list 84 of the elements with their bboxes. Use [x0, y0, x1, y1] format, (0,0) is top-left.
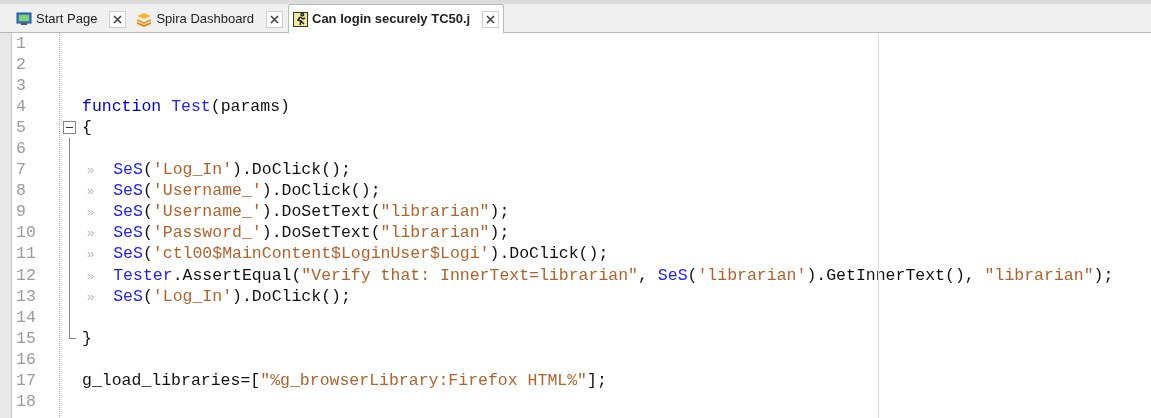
- line-number: 12: [16, 265, 36, 285]
- line-number: 10: [16, 223, 36, 243]
- code-identifier: SeS: [113, 181, 143, 201]
- code-string: "Verify that: InnerText=librarian": [301, 265, 638, 285]
- tab-label: Can login securely TC50.j: [312, 10, 471, 29]
- code-text: g_load_libraries=[: [82, 370, 261, 390]
- code-string: "librarian": [380, 202, 490, 222]
- line-number: 11: [16, 244, 36, 264]
- code-text: (: [142, 181, 153, 201]
- code-text: (: [687, 265, 698, 285]
- line-number: 5: [16, 118, 26, 138]
- line-number: 1: [16, 34, 26, 53]
- code-string: 'Log_In': [152, 160, 233, 180]
- line-number: 17: [16, 370, 36, 390]
- code-identifier: SeS: [113, 286, 143, 306]
- code-text: );: [489, 223, 510, 243]
- code-text: ,: [638, 265, 649, 285]
- close-icon[interactable]: [266, 10, 283, 28]
- tab-marker: »: [85, 183, 96, 202]
- code-string: 'ctl00$MainContent$LoginUser$Logi': [152, 244, 490, 264]
- line-number: 14: [16, 307, 36, 327]
- line-number: 9: [16, 202, 26, 222]
- code-identifier: SeS: [657, 265, 688, 285]
- line-number: 13: [16, 286, 36, 306]
- line-number: 2: [16, 55, 26, 75]
- tab-label: Spira Dashboard: [156, 10, 254, 29]
- code-text: ).DoClick();: [232, 286, 351, 306]
- tab-marker: »: [85, 162, 96, 181]
- code-text: }: [82, 328, 92, 348]
- code-text: (: [142, 160, 153, 180]
- code-identifier: SeS: [113, 223, 143, 243]
- code-identifier: SeS: [113, 160, 143, 180]
- code-text: (: [142, 223, 153, 243]
- running-figure-icon: [293, 11, 308, 27]
- line-number: 16: [16, 349, 36, 369]
- code-string: "librarian": [984, 265, 1094, 285]
- code-string: 'librarian': [697, 265, 807, 285]
- code-string: 'Username_': [152, 202, 262, 222]
- code-text: ).DoClick();: [232, 160, 351, 180]
- line-number: 3: [16, 76, 26, 96]
- code-text: ).DoSetText(: [261, 223, 381, 243]
- code-text: ).DoClick();: [261, 181, 381, 201]
- code-text: ];: [587, 370, 607, 390]
- code-string: "%g_browserLibrary:Firefox HTML%": [260, 370, 587, 390]
- monitor-icon: [16, 12, 32, 26]
- code-text: );: [489, 202, 510, 222]
- line-number: 8: [16, 181, 26, 201]
- code-text: );: [1093, 265, 1114, 285]
- line-number: 7: [16, 160, 26, 180]
- tab-label: Start Page: [36, 10, 98, 29]
- line-number: 18: [16, 391, 36, 411]
- collapse-icon[interactable]: [63, 121, 76, 135]
- close-icon[interactable]: [482, 10, 500, 28]
- document-tab[interactable]: Start Page: [11, 5, 132, 32]
- line-number: 15: [16, 328, 36, 348]
- code-text: (: [142, 244, 153, 264]
- code-string: "librarian": [380, 223, 490, 243]
- code-text: (: [142, 202, 153, 222]
- code-keyword: function: [82, 97, 163, 117]
- code-string: 'Username_': [152, 181, 262, 201]
- tab-marker: »: [85, 267, 96, 286]
- code-string: 'Password_': [152, 223, 262, 243]
- line-number: 4: [16, 97, 26, 117]
- code-text: (: [142, 286, 153, 306]
- code-text: ).GetInnerText(),: [806, 265, 976, 285]
- tab-marker: »: [85, 288, 96, 307]
- code-text: ).DoSetText(: [261, 202, 381, 222]
- code-text: .AssertEqual(: [172, 265, 302, 285]
- document-tab[interactable]: Spira Dashboard: [131, 5, 288, 32]
- code-identifier: SeS: [113, 202, 143, 222]
- code-text: {: [82, 118, 92, 138]
- tab-marker: »: [85, 204, 96, 223]
- line-number: 6: [16, 139, 26, 159]
- tab-marker: »: [85, 225, 96, 244]
- code-identifier: SeS: [113, 244, 143, 264]
- tab-marker: »: [85, 246, 96, 265]
- close-icon[interactable]: [109, 10, 127, 28]
- code-identifier: Test: [171, 97, 211, 117]
- document-tab[interactable]: Can login securely TC50.j: [288, 4, 505, 33]
- layers-icon: [136, 11, 153, 27]
- code-text: (params): [210, 97, 290, 117]
- code-identifier: Tester: [113, 265, 173, 285]
- code-string: 'Log_In': [152, 286, 233, 306]
- code-text: ).DoClick();: [489, 244, 609, 264]
